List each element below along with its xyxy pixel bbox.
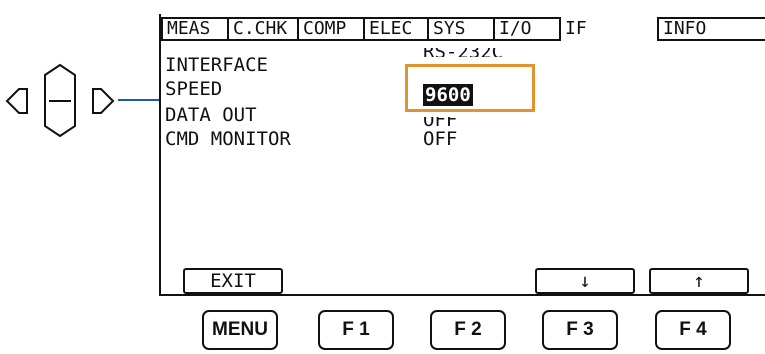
f3-key[interactable]: F 3 <box>542 310 618 350</box>
speed-label: SPEED <box>165 78 223 100</box>
f2-key[interactable]: F 2 <box>430 310 506 350</box>
tab-c-chk[interactable]: C.CHK <box>227 17 297 41</box>
down-softkey[interactable]: ↓ <box>535 268 635 294</box>
up-softkey[interactable]: ↑ <box>649 268 749 294</box>
tab-bar: MEAS C.CHK COMP ELEC SYS I/O IF INFO <box>161 14 765 42</box>
cursor-keypad-icon <box>5 63 115 138</box>
tab-comp[interactable]: COMP <box>297 17 363 41</box>
f4-key[interactable]: F 4 <box>655 310 731 350</box>
tab-info[interactable]: INFO <box>657 17 765 41</box>
tab-if[interactable]: IF <box>559 17 657 41</box>
f1-key[interactable]: F 1 <box>318 310 394 350</box>
lcd-screen: MEAS C.CHK COMP ELEC SYS I/O IF INFO INT… <box>159 14 765 296</box>
right-arrow-key-icon <box>92 88 115 114</box>
left-arrow-key-icon <box>5 88 28 114</box>
data-out-label: DATA OUT <box>165 104 257 126</box>
interface-value: RS-232C <box>423 48 533 57</box>
tab-meas[interactable]: MEAS <box>161 17 227 41</box>
speed-highlight-box <box>405 64 535 112</box>
exit-softkey[interactable]: EXIT <box>183 268 283 294</box>
tab-elec[interactable]: ELEC <box>363 17 427 41</box>
cmd-monitor-label: CMD MONITOR <box>165 128 291 150</box>
tab-sys[interactable]: SYS <box>427 17 493 41</box>
tab-io[interactable]: I/O <box>493 17 559 41</box>
cmd-monitor-value: OFF <box>423 128 458 150</box>
menu-key[interactable]: MENU <box>202 310 278 350</box>
interface-label: INTERFACE <box>165 54 268 76</box>
data-out-value: OFF <box>423 117 533 127</box>
